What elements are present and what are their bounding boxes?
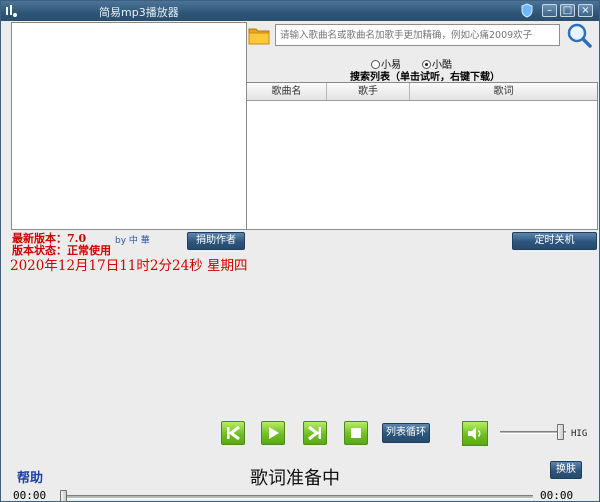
progress-track[interactable] <box>61 495 533 499</box>
mute-button[interactable] <box>462 421 488 446</box>
shield-icon[interactable] <box>520 3 534 18</box>
next-button[interactable] <box>303 421 327 445</box>
column-lyrics[interactable]: 歌词 <box>410 83 597 100</box>
search-list-caption: 搜索列表（单击试听，右键下载） <box>350 72 500 83</box>
volume-icon <box>468 427 481 440</box>
author-label: by 中 華 <box>115 236 150 246</box>
volume-slider-thumb[interactable] <box>557 424 564 440</box>
help-link[interactable]: 帮助 <box>17 467 43 486</box>
stop-icon <box>351 428 361 438</box>
column-song[interactable]: 歌曲名 <box>247 83 327 100</box>
next-icon <box>308 425 321 441</box>
table-header: 歌曲名 歌手 歌词 <box>247 83 597 101</box>
loop-mode-button[interactable]: 列表循环 <box>382 423 430 443</box>
search-results-table[interactable]: 歌曲名 歌手 歌词 <box>246 82 598 230</box>
column-artist[interactable]: 歌手 <box>327 83 410 100</box>
current-time: 00:00 <box>13 489 47 502</box>
volume-label: HIG <box>571 429 588 439</box>
shutdown-timer-button[interactable]: 定时关机 <box>512 232 597 250</box>
app-icon <box>6 5 17 17</box>
client-area: 小易 小酷 搜索列表（单击试听，右键下载） 歌曲名 歌手 歌词 最新版本：7.0… <box>2 21 599 502</box>
previous-button[interactable] <box>221 421 245 445</box>
folder-icon[interactable] <box>248 24 270 46</box>
donate-button[interactable]: 捐助作者 <box>187 232 245 250</box>
datetime-label: 2020年12月17日11时2分24秒 星期四 <box>10 258 248 274</box>
minimize-button[interactable]: – <box>542 4 557 17</box>
progress-thumb[interactable] <box>60 490 67 502</box>
search-icon[interactable] <box>565 22 593 50</box>
main-window: 简易mp3播放器 – □ × 小易 小酷 搜索列表（单击试听，右键下载） 歌曲名 <box>0 0 600 502</box>
search-input[interactable] <box>275 24 560 46</box>
close-button[interactable]: × <box>578 4 593 17</box>
maximize-button[interactable]: □ <box>560 4 575 17</box>
total-time: 00:00 <box>540 489 574 502</box>
skin-button[interactable]: 换肤 <box>550 461 582 479</box>
play-button[interactable] <box>261 421 285 445</box>
play-icon <box>269 427 279 439</box>
title-bar[interactable]: 简易mp3播放器 – □ × <box>1 1 599 21</box>
lyric-status: 歌词准备中 <box>250 468 340 489</box>
stop-button[interactable] <box>344 421 368 445</box>
playlist-box[interactable] <box>11 22 247 230</box>
window-title: 简易mp3播放器 <box>99 6 179 19</box>
previous-icon <box>227 425 240 441</box>
